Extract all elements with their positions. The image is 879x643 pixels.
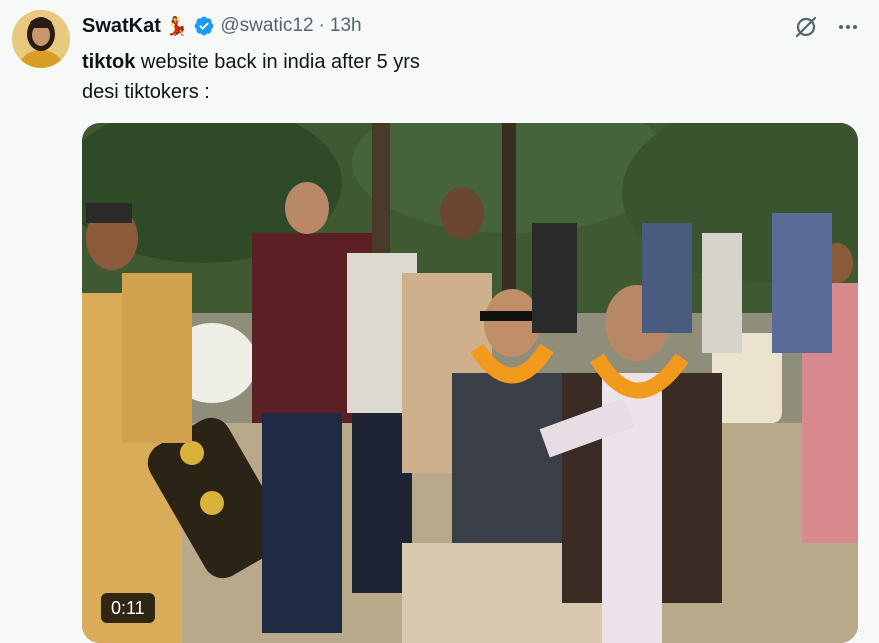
video-player[interactable] xyxy=(82,123,858,643)
verified-badge-icon[interactable] xyxy=(193,15,215,37)
avatar-image xyxy=(12,10,70,68)
more-icon[interactable] xyxy=(837,16,859,38)
tweet-text-keyword: tiktok xyxy=(82,51,136,73)
tweet-timestamp[interactable]: 13h xyxy=(330,15,362,37)
tweet-text: tiktok website back in india after 5 yrs… xyxy=(82,47,420,107)
author-name[interactable]: SwatKat xyxy=(82,15,161,38)
avatar[interactable] xyxy=(12,10,70,68)
tweet-text-line2: desi tiktokers : xyxy=(82,81,210,103)
tweet-text-line1: website back in india after 5 yrs xyxy=(135,51,420,73)
tweet-top-actions xyxy=(793,14,859,40)
video-duration: 0:11 xyxy=(101,593,155,623)
grok-icon[interactable] xyxy=(793,14,819,40)
author-handle[interactable]: @swatic12 xyxy=(220,15,313,37)
dancer-emoji: 💃 xyxy=(165,16,189,36)
video-frame xyxy=(82,123,858,643)
tweet: SwatKat 💃 @swatic12 · 13h tiktok website… xyxy=(0,0,879,643)
tweet-header: SwatKat 💃 @swatic12 · 13h xyxy=(82,13,362,39)
separator-dot: · xyxy=(318,15,325,36)
